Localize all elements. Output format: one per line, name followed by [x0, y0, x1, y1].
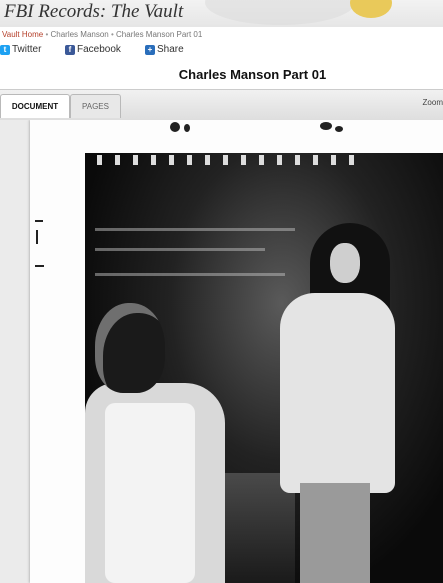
film-sprocket [331, 155, 336, 165]
scan-speck [35, 265, 44, 267]
breadcrumb-charles-manson[interactable]: Charles Manson [50, 30, 108, 39]
film-sprocket [187, 155, 192, 165]
film-sprocket [133, 155, 138, 165]
breadcrumb-separator: • [45, 30, 49, 39]
scan-speck [36, 230, 38, 244]
share-button[interactable]: + Share [145, 44, 184, 55]
fbi-seal-icon [350, 0, 392, 18]
site-banner: FBI Records: The Vault [0, 0, 443, 27]
scan-speck [335, 126, 343, 132]
tab-document[interactable]: DOCUMENT [0, 94, 70, 118]
photo-highlight [95, 248, 265, 251]
document-toolbar: DOCUMENT PAGES Zoom [0, 89, 443, 121]
photo-figure-woman-dress [280, 293, 395, 493]
facebook-icon: f [65, 44, 75, 55]
breadcrumb-separator: • [110, 30, 114, 39]
share-plus-icon: + [145, 44, 155, 55]
twitter-icon: t [0, 44, 10, 55]
scan-speck [184, 124, 190, 132]
scan-speck [35, 220, 43, 222]
site-title[interactable]: FBI Records: The Vault [4, 0, 183, 24]
twitter-button[interactable]: t Twitter [0, 44, 41, 55]
tab-pages[interactable]: PAGES [70, 94, 121, 118]
scan-speck [170, 122, 180, 132]
document-title: Charles Manson Part 01 [178, 67, 327, 82]
photo-highlight [95, 228, 295, 231]
film-sprocket [115, 155, 120, 165]
photo-highlight [95, 273, 285, 276]
scanned-photograph [85, 153, 443, 583]
document-page [30, 120, 443, 583]
breadcrumb-home-link[interactable]: Vault Home [2, 30, 43, 39]
scan-speck [320, 122, 332, 130]
film-sprocket [277, 155, 282, 165]
breadcrumb-current: Charles Manson Part 01 [116, 30, 203, 39]
document-viewer[interactable] [0, 120, 443, 583]
film-sprocket [313, 155, 318, 165]
twitter-label: Twitter [12, 44, 42, 55]
breadcrumb: Vault Home • Charles Manson • Charles Ma… [2, 30, 202, 39]
share-label: Share [157, 44, 184, 55]
zoom-control[interactable]: Zoom [423, 98, 443, 107]
film-sprocket [241, 155, 246, 165]
film-sprocket [295, 155, 300, 165]
photo-figure-man-head [95, 303, 165, 393]
share-bar: t Twitter f Facebook + Share [0, 44, 443, 58]
film-sprocket [259, 155, 264, 165]
film-sprocket [223, 155, 228, 165]
film-sprocket [205, 155, 210, 165]
facebook-button[interactable]: f Facebook [65, 44, 121, 55]
photo-figure-woman-face [330, 243, 360, 283]
photo-figure-man-shirt [105, 403, 195, 583]
film-sprocket [349, 155, 354, 165]
film-sprocket [169, 155, 174, 165]
photo-figure-woman-legs [300, 483, 370, 583]
film-sprocket [97, 155, 102, 165]
banner-globe-graphic [205, 0, 355, 25]
facebook-label: Facebook [77, 44, 121, 55]
film-sprocket [151, 155, 156, 165]
